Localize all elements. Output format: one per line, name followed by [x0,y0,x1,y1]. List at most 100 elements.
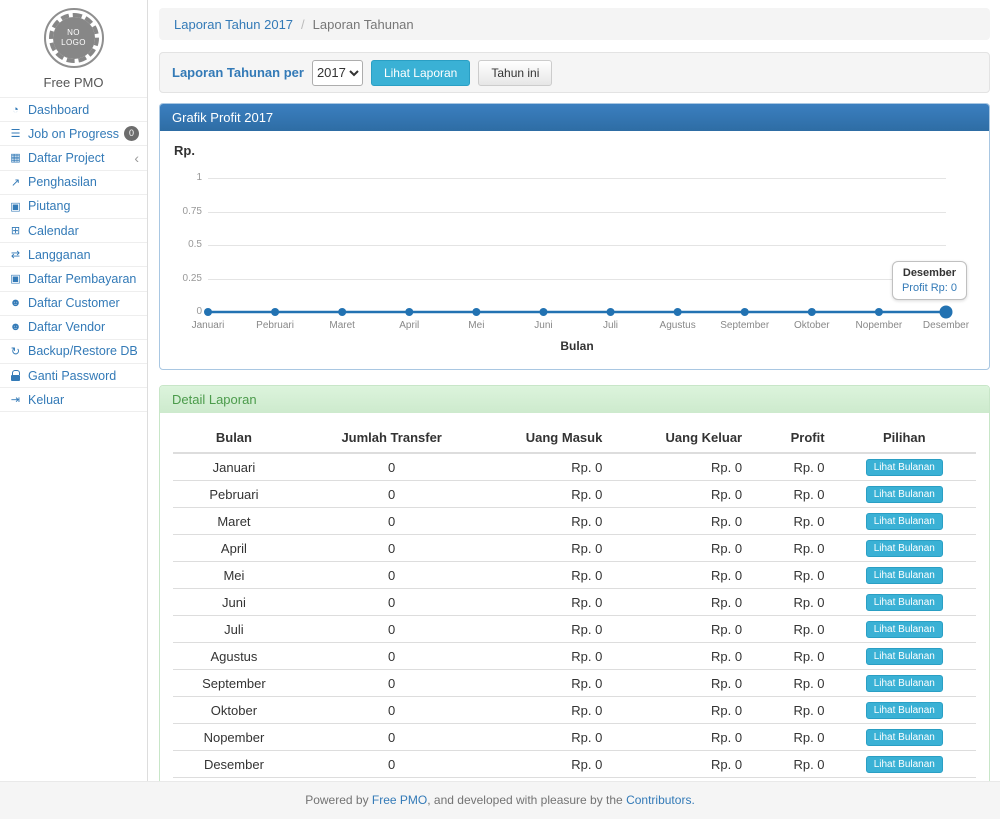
data-point-september[interactable] [741,308,749,316]
x-tick-label-april: April [399,320,419,331]
view-monthly-button-september[interactable]: Lihat Bulanan [866,675,943,692]
view-monthly-button-maret[interactable]: Lihat Bulanan [866,513,943,530]
tooltip-title: Desember [902,267,957,279]
data-point-nopember[interactable] [875,308,883,316]
free-pmo-link[interactable]: Free PMO [372,793,427,807]
col-header-profit: Profit [750,423,832,453]
cell-profit: Rp. 0 [750,508,832,535]
cell-masuk: Rp. 0 [488,697,610,724]
money-icon: ▣ [8,272,23,285]
cell-bulan: Agustus [173,643,295,670]
sidebar-item-label: Calendar [28,224,79,238]
data-point-agustus[interactable] [674,308,682,316]
y-tick-label: 0 [168,306,202,317]
view-monthly-button-desember[interactable]: Lihat Bulanan [866,756,943,773]
cell-keluar: Rp. 0 [610,453,750,481]
cell-jumlah: 0 [295,535,489,562]
x-tick-label-pebruari: Pebruari [256,320,294,331]
this-year-button[interactable]: Tahun ini [478,60,552,86]
sidebar-item-daftar-vendor[interactable]: ☻Daftar Vendor [0,316,147,340]
cell-masuk: Rp. 0 [488,616,610,643]
table-row-mei: Mei0Rp. 0Rp. 0Rp. 0Lihat Bulanan [173,562,976,589]
cell-masuk: Rp. 0 [488,535,610,562]
sidebar-item-calendar[interactable]: ⊞Calendar [0,219,147,243]
view-monthly-button-juli[interactable]: Lihat Bulanan [866,621,943,638]
cell-bulan: Desember [173,751,295,778]
data-point-april[interactable] [405,308,413,316]
x-tick-label-september: September [720,320,769,331]
chevron-left-icon: ‹ [134,151,139,165]
table-row-pebruari: Pebruari0Rp. 0Rp. 0Rp. 0Lihat Bulanan [173,481,976,508]
x-tick-label-juni: Juni [534,320,552,331]
contributors-link[interactable]: Contributors. [626,793,695,807]
view-monthly-button-pebruari[interactable]: Lihat Bulanan [866,486,943,503]
sidebar-item-job-on-progress[interactable]: ☰Job on Progress0 [0,122,147,146]
profit-chart-panel: Grafik Profit 2017 Rp. 10.750.50.250Janu… [159,103,990,370]
data-point-desember[interactable] [940,306,953,319]
view-monthly-button-januari[interactable]: Lihat Bulanan [866,459,943,476]
cell-action: Lihat Bulanan [833,643,976,670]
col-header-jumlah-transfer: Jumlah Transfer [295,423,489,453]
cell-keluar: Rp. 0 [610,562,750,589]
report-toolbar: Laporan Tahunan per 2017 Lihat Laporan T… [159,52,990,93]
sidebar-item-keluar[interactable]: ⇥ Keluar [0,388,147,412]
data-point-pebruari[interactable] [271,308,279,316]
cell-jumlah: 0 [295,589,489,616]
sidebar-item-penghasilan[interactable]: ↗Penghasilan [0,171,147,195]
dashboard-icon: ◔ [8,104,23,116]
table-row-januari: Januari0Rp. 0Rp. 0Rp. 0Lihat Bulanan [173,453,976,481]
data-point-oktober[interactable] [808,308,816,316]
sidebar-item-daftar-customer[interactable]: ☻Daftar Customer [0,292,147,316]
sidebar-item-dashboard[interactable]: ◔Dashboard [0,98,147,122]
view-monthly-button-juni[interactable]: Lihat Bulanan [866,594,943,611]
view-monthly-button-nopember[interactable]: Lihat Bulanan [866,729,943,746]
logo-area: NO LOGO Free PMO [0,0,147,97]
sidebar-item-label: Keluar [28,393,64,407]
sidebar-item-backup-restore-db[interactable]: ↻Backup/Restore DB [0,340,147,364]
sidebar-item-daftar-pembayaran[interactable]: ▣ Daftar Pembayaran [0,267,147,291]
view-monthly-button-oktober[interactable]: Lihat Bulanan [866,702,943,719]
cell-bulan: Mei [173,562,295,589]
data-point-juli[interactable] [607,308,615,316]
cell-keluar: Rp. 0 [610,670,750,697]
col-header-uang-masuk: Uang Masuk [488,423,610,453]
money-icon: ▣ [8,200,23,213]
cell-profit: Rp. 0 [750,724,832,751]
data-point-januari[interactable] [204,308,212,316]
sign-out-icon: ⇥ [8,393,23,406]
chart-plot: 10.750.50.250JanuariPebruariMaretAprilMe… [208,178,946,312]
year-select[interactable]: 2017 [312,60,363,86]
data-point-juni[interactable] [539,308,547,316]
view-monthly-button-april[interactable]: Lihat Bulanan [866,540,943,557]
x-tick-label-mei: Mei [468,320,484,331]
view-report-button[interactable]: Lihat Laporan [371,60,470,86]
view-monthly-button-agustus[interactable]: Lihat Bulanan [866,648,943,665]
breadcrumb: Laporan Tahun 2017 / Laporan Tahunan [159,8,990,40]
sidebar-item-daftar-project[interactable]: ▦Daftar Project‹ [0,146,147,170]
sidebar-item-ganti-password[interactable]: Ganti Password [0,364,147,388]
profit-chart: Rp. 10.750.50.250JanuariPebruariMaretApr… [160,131,989,369]
sidebar-item-piutang[interactable]: ▣Piutang [0,195,147,219]
y-tick-label: 1 [168,172,202,183]
x-tick-label-agustus: Agustus [660,320,696,331]
table-row-september: September0Rp. 0Rp. 0Rp. 0Lihat Bulanan [173,670,976,697]
sidebar-item-langganan[interactable]: ⇄Langganan [0,243,147,267]
cell-jumlah: 0 [295,751,489,778]
cell-profit: Rp. 0 [750,697,832,724]
data-point-mei[interactable] [472,308,480,316]
cell-masuk: Rp. 0 [488,481,610,508]
breadcrumb-link[interactable]: Laporan Tahun 2017 [174,17,293,32]
retweet-icon: ⇄ [8,248,23,261]
sidebar-item-label: Daftar Pembayaran [28,272,136,286]
sidebar-item-label: Penghasilan [28,175,97,189]
refresh-icon: ↻ [8,345,23,358]
x-tick-label-januari: Januari [192,320,225,331]
cell-action: Lihat Bulanan [833,697,976,724]
x-tick-label-nopember: Nopember [856,320,903,331]
view-monthly-button-mei[interactable]: Lihat Bulanan [866,567,943,584]
detail-panel-title: Detail Laporan [160,386,989,413]
cell-keluar: Rp. 0 [610,589,750,616]
x-tick-label-maret: Maret [329,320,355,331]
x-axis-title: Bulan [208,339,946,353]
data-point-maret[interactable] [338,308,346,316]
